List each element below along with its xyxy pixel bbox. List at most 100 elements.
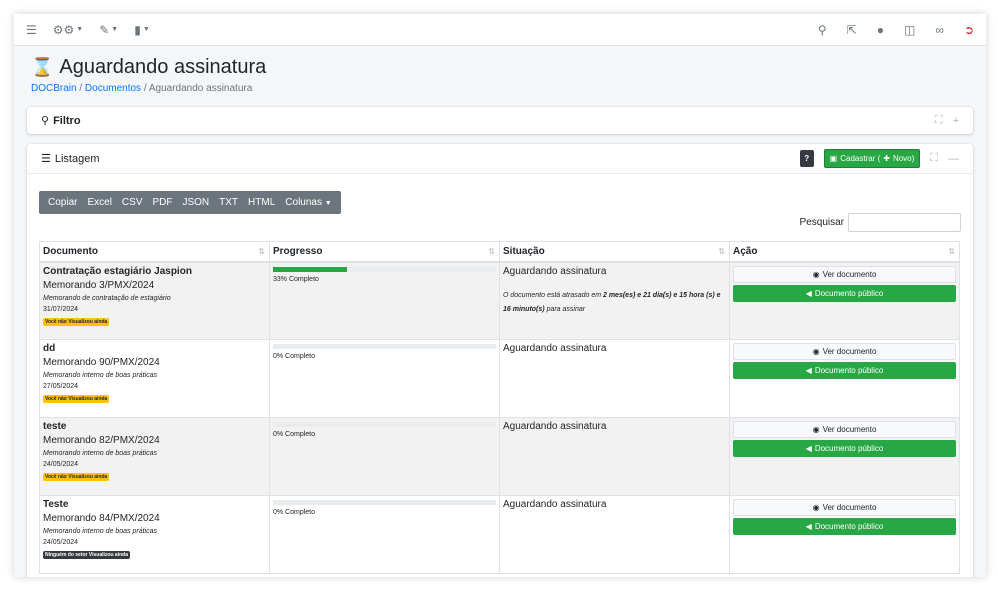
progress-bar — [273, 500, 496, 505]
situacao-cell: Aguardando assinatura — [499, 417, 730, 496]
status-text: Aguardando assinatura — [503, 499, 607, 510]
documento-cell: dd Memorando 90/PMX/2024 Memorando inter… — [39, 339, 270, 418]
document-description: Memorando de contratação de estagiário — [43, 294, 171, 302]
listagem-title: ☰ Listagem — [41, 152, 100, 166]
list-icon: ☰ — [41, 153, 51, 165]
document-title: teste — [43, 421, 67, 432]
export-json-button[interactable]: JSON — [177, 197, 214, 208]
sort-icon: ⇅ — [718, 247, 725, 256]
column-header-situacao[interactable]: Situação ⇅ — [499, 241, 730, 263]
document-title: dd — [43, 343, 56, 354]
ver-documento-button[interactable]: ◉ Ver documento — [733, 265, 956, 283]
bars-icon[interactable]: ☰ — [26, 24, 37, 36]
document-description: Memorando interno de boas práticas — [43, 528, 158, 535]
filtro-title-text: Filtro — [53, 114, 81, 127]
acao-cell: ◉ Ver documento ◀ Documento público — [729, 417, 960, 496]
breadcrumb-current: Aguardando assinatura — [148, 83, 253, 94]
table-row: dd Memorando 90/PMX/2024 Memorando inter… — [39, 339, 960, 418]
bullhorn-icon: ◀ — [805, 522, 812, 531]
documento-publico-label: Documento público — [814, 444, 884, 453]
document-number: Memorando 3/PMX/2024 — [43, 279, 155, 291]
filtro-title[interactable]: ⚲ Filtro — [41, 114, 81, 128]
page-title: ⌛ Aguardando assinatura — [31, 56, 969, 79]
progress-label: 0% Completo — [273, 509, 316, 516]
link-icon[interactable]: ∞ — [935, 24, 944, 36]
delay-note-pre: O documento está atrasado em — [503, 291, 603, 299]
ver-documento-label: Ver documento — [822, 503, 877, 512]
logout-icon[interactable]: ➲ — [964, 24, 974, 36]
status-badge: Você não Visualizou ainda — [43, 473, 110, 481]
bullhorn-icon: ◀ — [805, 366, 812, 375]
maximize-icon[interactable]: ⛶ — [930, 152, 938, 165]
column-header-label: Documento — [43, 245, 98, 257]
progress-fill — [273, 266, 347, 272]
cogs-icon[interactable]: ⚙⚙ ▼ — [53, 24, 83, 36]
documento-publico-button[interactable]: ◀ Documento público — [733, 440, 956, 457]
progresso-cell: 33% Completo — [269, 261, 500, 340]
page-header: ⌛ Aguardando assinatura DOCBrain / Docum… — [14, 46, 986, 106]
eye-icon: ◉ — [812, 425, 820, 434]
documento-publico-button[interactable]: ◀ Documento público — [733, 362, 956, 379]
breadcrumb-documentos[interactable]: Documentos — [85, 83, 141, 94]
document-date: 24/05/2024 — [43, 539, 79, 546]
breadcrumb-separator: / — [143, 83, 147, 94]
search-label: Pesquisar — [799, 217, 844, 228]
documento-publico-label: Documento público — [814, 288, 884, 298]
listagem-title-text: Listagem — [54, 152, 100, 165]
column-header-documento[interactable]: Documento ⇅ — [39, 241, 270, 263]
documento-publico-label: Documento público — [814, 366, 884, 375]
top-navbar: ☰ ⚙⚙ ▼ ✎ ▼ ▮ ▼ ⚲ ⇱ ● ◫ ∞ ➲ — [14, 14, 986, 46]
search-icon[interactable]: ⚲ — [818, 24, 827, 36]
listagem-header: ☰ Listagem ? ▣ Cadastrar (✚ Novo) ⛶ — — [27, 144, 973, 174]
situacao-cell: Aguardando assinatura O documento está a… — [499, 261, 730, 340]
document-date: 24/05/2024 — [43, 461, 79, 468]
documento-cell: Teste Memorando 84/PMX/2024 Memorando in… — [39, 495, 270, 574]
breadcrumb-home[interactable]: DOCBrain — [31, 83, 77, 94]
search-box: Pesquisar — [800, 213, 961, 232]
expand-icon[interactable]: ⇱ — [847, 24, 857, 36]
maximize-icon[interactable]: ⛶ — [935, 114, 943, 127]
column-header-acao[interactable]: Ação ⇅ — [729, 241, 960, 263]
export-csv-button[interactable]: CSV — [117, 197, 148, 208]
cadastrar-button[interactable]: ▣ Cadastrar (✚ Novo) — [823, 149, 921, 168]
file-icon[interactable]: ▮ ▼ — [134, 24, 150, 36]
sort-icon: ⇅ — [948, 247, 955, 256]
column-header-progresso[interactable]: Progresso ⇅ — [269, 241, 500, 263]
minus-icon[interactable]: — — [948, 153, 959, 165]
status-text: Aguardando assinatura — [503, 265, 607, 277]
progress-label: 0% Completo — [273, 353, 316, 360]
progresso-cell: 0% Completo — [269, 339, 500, 418]
document-title: Contratação estagiário Jaspion — [43, 265, 192, 277]
progress-bar — [273, 344, 496, 349]
progresso-cell: 0% Completo — [269, 417, 500, 496]
plus-icon[interactable]: + — [953, 115, 959, 127]
documento-publico-button[interactable]: ◀ Documento público — [733, 284, 956, 302]
breadcrumb: DOCBrain / Documentos / Aguardando assin… — [31, 83, 969, 94]
copy-icon[interactable]: ◫ — [904, 24, 915, 36]
ver-documento-label: Ver documento — [822, 347, 877, 356]
bullhorn-icon: ◀ — [805, 288, 812, 298]
export-html-button[interactable]: HTML — [243, 197, 280, 208]
export-pdf-button[interactable]: PDF — [147, 197, 177, 208]
colunas-dropdown[interactable]: Colunas ▼ — [280, 197, 336, 208]
help-button[interactable]: ? — [799, 150, 814, 167]
comments-icon[interactable]: ● — [877, 24, 884, 36]
progress-bar — [273, 422, 496, 427]
export-txt-button[interactable]: TXT — [214, 197, 243, 208]
documento-publico-button[interactable]: ◀ Documento público — [733, 518, 956, 535]
export-excel-button[interactable]: Excel — [82, 197, 116, 208]
search-input[interactable] — [848, 213, 961, 232]
ver-documento-button[interactable]: ◉ Ver documento — [733, 499, 956, 516]
table-row: teste Memorando 82/PMX/2024 Memorando in… — [39, 417, 960, 496]
sort-icon: ⇅ — [488, 247, 495, 256]
acao-cell: ◉ Ver documento ◀ Documento público — [729, 495, 960, 574]
document-date: 31/07/2024 — [43, 305, 79, 313]
ver-documento-button[interactable]: ◉ Ver documento — [733, 421, 956, 438]
ver-documento-button[interactable]: ◉ Ver documento — [733, 343, 956, 360]
page-title-text: Aguardando assinatura — [59, 56, 267, 78]
status-badge: Ninguém do setor Visualizou ainda — [43, 551, 130, 559]
edit-icon[interactable]: ✎ ▼ — [99, 24, 118, 36]
document-title: Teste — [43, 499, 69, 510]
plus-icon: ✚ — [883, 154, 890, 163]
export-copiar-button[interactable]: Copiar — [43, 197, 82, 208]
